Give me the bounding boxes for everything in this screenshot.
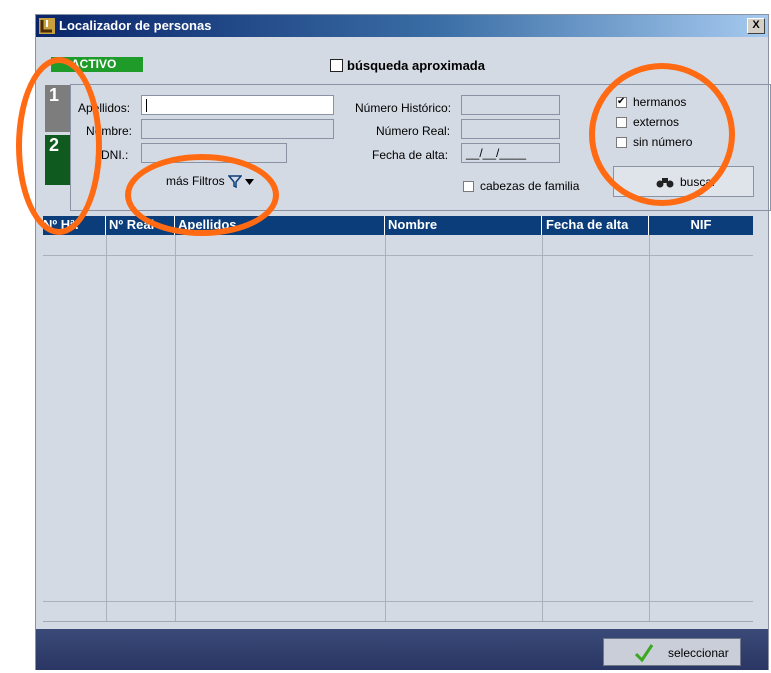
tab-2-label: 2 [49, 135, 60, 155]
numero-real-label: Número Real: [376, 124, 451, 138]
dropdown-arrow-icon [245, 178, 255, 185]
tab-2[interactable]: 2 [45, 135, 70, 185]
app-icon [39, 18, 55, 34]
fecha-alta-input[interactable]: __/__/____ [461, 143, 560, 163]
dni-label: DNI.: [101, 148, 129, 162]
numero-real-input[interactable] [461, 119, 560, 139]
sin-numero-checkbox[interactable] [616, 137, 627, 148]
col-num-historico[interactable]: Nº Hª. [43, 216, 106, 235]
externos-checkbox[interactable] [616, 117, 627, 128]
buscar-button[interactable]: buscar [613, 166, 754, 197]
binoculars-icon [656, 178, 674, 188]
mas-filtros-button[interactable]: más Filtros [166, 174, 255, 192]
table-header: Nº Hª. Nº Real Apellidos Nombre Fecha de… [43, 216, 753, 235]
fecha-alta-label: Fecha de alta: [372, 148, 449, 162]
hermanos-checkbox[interactable] [616, 96, 627, 108]
cabezas-familia-checkbox[interactable] [463, 181, 474, 192]
filter-icon [227, 175, 243, 189]
approx-search-label: búsqueda aproximada [347, 58, 485, 73]
close-icon: X [752, 19, 760, 31]
sin-numero-label: sin número [633, 135, 693, 149]
buscar-label: buscar [680, 175, 717, 189]
dni-input[interactable] [141, 143, 287, 163]
results-grid[interactable] [43, 235, 753, 622]
status-badge: ACTIVO [51, 57, 143, 72]
externos-label: externos [633, 115, 680, 129]
col-nombre[interactable]: Nombre [385, 216, 542, 235]
apellidos-label: Apellidos: [78, 101, 131, 115]
col-fecha-alta[interactable]: Fecha de alta [542, 216, 649, 235]
close-button[interactable]: X [747, 18, 765, 34]
numero-historico-input[interactable] [461, 95, 560, 115]
col-num-real[interactable]: Nº Real [106, 216, 175, 235]
col-nif[interactable]: NIF [649, 216, 753, 235]
seleccionar-label: seleccionar [668, 646, 729, 660]
numero-historico-label: Número Histórico: [355, 101, 452, 115]
tab-1-label: 1 [49, 85, 60, 105]
mas-filtros-label: más Filtros [166, 174, 225, 188]
apellidos-input[interactable] [141, 95, 334, 115]
nombre-input[interactable] [141, 119, 334, 139]
approx-search-checkbox[interactable] [330, 59, 343, 72]
col-apellidos[interactable]: Apellidos [175, 216, 385, 235]
cabezas-familia-label: cabezas de familia [480, 179, 580, 193]
title-bar[interactable]: Localizador de personas X [36, 15, 768, 37]
fecha-alta-value: __/__/____ [466, 146, 527, 160]
hermanos-label: hermanos [633, 95, 687, 109]
seleccionar-button[interactable]: seleccionar [603, 638, 741, 666]
nombre-label: Nombre: [86, 124, 133, 138]
checkmark-icon [634, 644, 654, 663]
window-title: Localizador de personas [59, 18, 212, 33]
tab-1[interactable]: 1 [45, 85, 70, 132]
